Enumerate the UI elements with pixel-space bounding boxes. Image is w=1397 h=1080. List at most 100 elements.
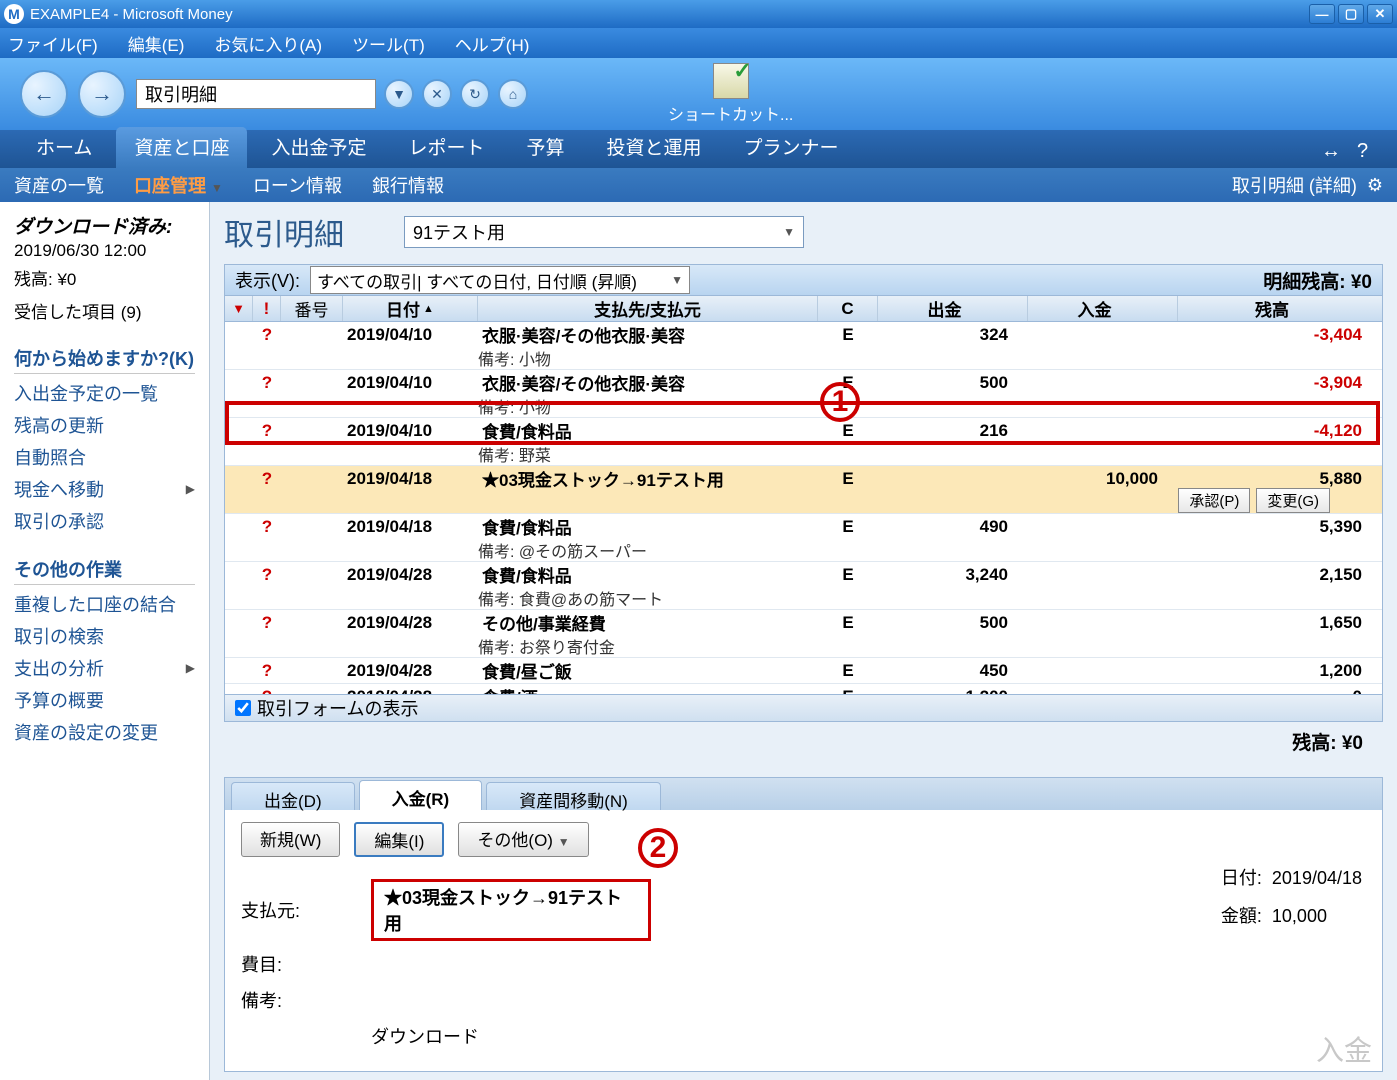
received-items[interactable]: 受信した項目 (9) xyxy=(14,298,195,323)
download-balance: 残高: ¥0 xyxy=(14,265,195,290)
cell-out: 216 xyxy=(878,421,1028,441)
table-row[interactable]: ?2019/04/18★03現金ストック→91テスト用E10,0005,880承… xyxy=(225,466,1382,514)
col-c[interactable]: C xyxy=(818,296,878,321)
cell-c: E xyxy=(818,661,878,681)
help-icon[interactable]: ? xyxy=(1357,140,1379,162)
tab-planner[interactable]: プランナー xyxy=(726,127,857,168)
cell-c: E xyxy=(818,517,878,537)
link-analyze-spend[interactable]: 支出の分析▶ xyxy=(14,655,195,681)
page-title: 取引明細 xyxy=(224,210,344,254)
form-tab-transfer[interactable]: 資産間移動(N) xyxy=(486,782,661,810)
col-flag[interactable]: ▼ xyxy=(225,296,253,321)
maximize-button[interactable]: ▢ xyxy=(1338,4,1364,24)
chevron-down-icon: ▼ xyxy=(211,181,223,195)
back-button[interactable]: ← xyxy=(20,70,68,118)
cell-payee: 食費/昼ご飯 xyxy=(478,658,818,683)
sub-account-mgmt[interactable]: 口座管理 ▼ xyxy=(134,172,223,198)
table-row[interactable]: ?2019/04/28食費/食料品E3,2402,150備考: 食費@あの筋マー… xyxy=(225,562,1382,610)
form-btn-new[interactable]: 新規(W) xyxy=(241,822,340,857)
link-auto-match[interactable]: 自動照合 xyxy=(14,444,195,470)
tab-schedule[interactable]: 入出金予定 xyxy=(253,127,384,168)
table-row[interactable]: ?2019/04/28食費/昼ご飯E4501,200 xyxy=(225,658,1382,684)
tab-budget[interactable]: 予算 xyxy=(508,127,582,168)
approve-button[interactable]: 承認(P) xyxy=(1178,488,1250,513)
transaction-grid[interactable]: ?2019/04/10衣服·美容/その他衣服·美容E324-3,404備考: 小… xyxy=(224,322,1383,695)
col-number[interactable]: 番号 xyxy=(281,296,343,321)
gear-icon[interactable]: ⚙ xyxy=(1367,175,1383,196)
account-selector[interactable]: 91テスト用▼ xyxy=(404,216,804,248)
cell-balance: 5,390 xyxy=(1178,517,1382,537)
menu-tools[interactable]: ツール(T) xyxy=(352,31,425,56)
menu-edit[interactable]: 編集(E) xyxy=(128,31,185,56)
stop-button[interactable]: ✕ xyxy=(422,79,452,109)
form-tab-out[interactable]: 出金(D) xyxy=(231,782,355,810)
link-asset-settings[interactable]: 資産の設定の変更 xyxy=(14,719,195,745)
menu-file[interactable]: ファイル(F) xyxy=(8,31,98,56)
link-search-txn[interactable]: 取引の検索 xyxy=(14,623,195,649)
form-payer-value[interactable]: ★03現金ストック→91テスト用 xyxy=(371,879,651,941)
menu-help[interactable]: ヘルプ(H) xyxy=(455,31,530,56)
close-button[interactable]: ✕ xyxy=(1367,4,1393,24)
table-row[interactable]: ?2019/04/28食費/酒E1,2000備考: ワイン@イベント xyxy=(225,684,1382,695)
sub-assetlist[interactable]: 資産の一覧 xyxy=(14,172,104,198)
link-budget-overview[interactable]: 予算の概要 xyxy=(14,687,195,713)
col-status[interactable]: ! xyxy=(253,296,281,321)
link-update-balance[interactable]: 残高の更新 xyxy=(14,412,195,438)
status-icon: ? xyxy=(253,421,281,441)
table-row[interactable]: ?2019/04/10衣服·美容/その他衣服·美容E500-3,904備考: 小… xyxy=(225,370,1382,418)
link-merge-dup[interactable]: 重複した口座の結合 xyxy=(14,591,195,617)
cell-payee: 衣服·美容/その他衣服·美容 xyxy=(478,370,818,395)
col-balance[interactable]: 残高 xyxy=(1178,296,1382,321)
form-btn-other[interactable]: その他(O) ▼ xyxy=(458,822,588,857)
shortcut-button[interactable]: ショートカット... xyxy=(668,63,793,125)
cell-payee: 衣服·美容/その他衣服·美容 xyxy=(478,322,818,347)
status-icon: ? xyxy=(253,469,281,489)
filter-selector[interactable]: すべての取引| すべての日付, 日付順 (昇順)▼ xyxy=(310,266,690,294)
link-schedule-list[interactable]: 入出金予定の一覧 xyxy=(14,380,195,406)
table-row[interactable]: ?2019/04/10食費/食料品E216-4,120備考: 野菜 xyxy=(225,418,1382,466)
table-row[interactable]: ?2019/04/10衣服·美容/その他衣服·美容E324-3,404備考: 小… xyxy=(225,322,1382,370)
cell-out: 450 xyxy=(878,661,1028,681)
cell-balance: 0 xyxy=(1178,687,1382,695)
table-row[interactable]: ?2019/04/28その他/事業経費E5001,650備考: お祭り寄付金 xyxy=(225,610,1382,658)
sub-bank[interactable]: 銀行情報 xyxy=(372,172,444,198)
sync-icon[interactable]: ↔ xyxy=(1321,140,1343,162)
col-payee[interactable]: 支払先/支払元 xyxy=(478,296,818,321)
menu-favorites[interactable]: お気に入り(A) xyxy=(214,31,322,56)
address-box[interactable]: 取引明細 xyxy=(136,79,376,109)
cell-balance: 1,200 xyxy=(1178,661,1382,681)
form-label-category: 費目: xyxy=(241,951,371,977)
tab-invest[interactable]: 投資と運用 xyxy=(589,127,720,168)
filter-label: 表示(V): xyxy=(235,267,300,293)
col-date[interactable]: 日付▲ xyxy=(343,296,478,321)
sub-loan[interactable]: ローン情報 xyxy=(253,172,342,198)
table-row[interactable]: ?2019/04/18食費/食料品E4905,390備考: @その筋スーパー xyxy=(225,514,1382,562)
cell-c: E xyxy=(818,565,878,585)
col-in[interactable]: 入金 xyxy=(1028,296,1178,321)
cell-out: 1,200 xyxy=(878,687,1028,695)
status-icon: ? xyxy=(253,373,281,393)
col-out[interactable]: 出金 xyxy=(878,296,1028,321)
status-icon: ? xyxy=(253,517,281,537)
link-move-cash[interactable]: 現金へ移動▶ xyxy=(14,476,195,502)
app-icon: M xyxy=(4,4,24,24)
change-button[interactable]: 変更(G) xyxy=(1256,488,1330,513)
form-tab-in[interactable]: 入金(R) xyxy=(359,780,483,810)
cell-payee: 食費/食料品 xyxy=(478,418,818,443)
address-dropdown-button[interactable]: ▼ xyxy=(384,79,414,109)
form-btn-edit[interactable]: 編集(I) xyxy=(354,822,444,857)
tab-assets[interactable]: 資産と口座 xyxy=(116,127,247,168)
home-button[interactable]: ⌂ xyxy=(498,79,528,109)
tab-report[interactable]: レポート xyxy=(390,127,502,168)
cell-date: 2019/04/28 xyxy=(343,687,478,695)
refresh-button[interactable]: ↻ xyxy=(460,79,490,109)
cell-date: 2019/04/18 xyxy=(343,517,478,537)
link-approve-txn[interactable]: 取引の承認 xyxy=(14,508,195,534)
minimize-button[interactable]: — xyxy=(1309,4,1335,24)
tab-home[interactable]: ホーム xyxy=(18,127,110,168)
show-form-checkbox[interactable] xyxy=(235,700,251,716)
cell-balance: 1,650 xyxy=(1178,613,1382,633)
cell-out: 500 xyxy=(878,373,1028,393)
form-label-memo: 備考: xyxy=(241,987,371,1013)
forward-button[interactable]: → xyxy=(78,70,126,118)
